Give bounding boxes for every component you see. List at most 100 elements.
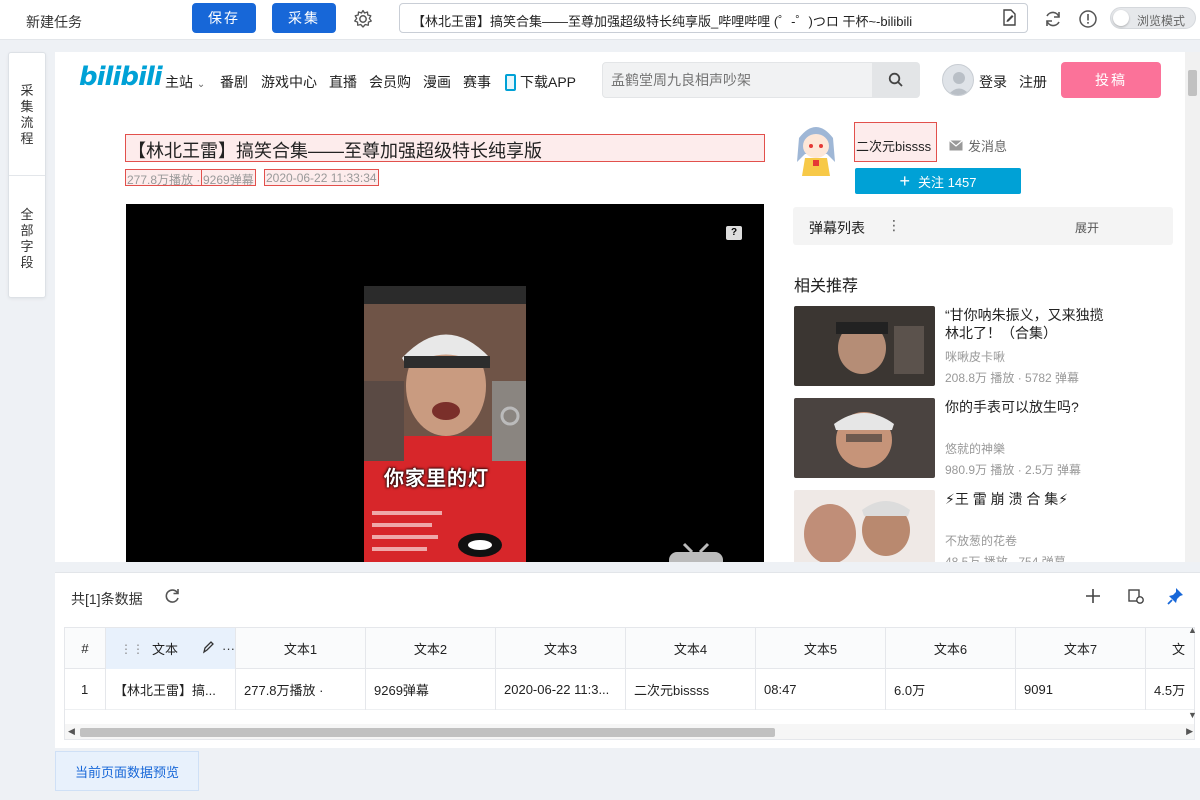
- edit-url-icon[interactable]: [1001, 9, 1017, 30]
- help-icon[interactable]: ?: [726, 226, 742, 240]
- toggle-knob: [1113, 10, 1129, 26]
- scrollbar-thumb[interactable]: [1188, 70, 1197, 96]
- recommend-item-stats: 48.5万 播放 · 754 弹幕: [945, 555, 1066, 562]
- tab-all-fields[interactable]: 全 部 字 段: [9, 207, 45, 271]
- uploader-avatar[interactable]: [793, 122, 839, 178]
- side-tabs: 采 集 流 程 全 部 字 段: [8, 52, 46, 298]
- send-message-link[interactable]: 发消息: [949, 136, 1007, 155]
- recommend-item-author[interactable]: 咪啾皮卡啾: [945, 348, 1005, 365]
- nav-bangumi[interactable]: 番剧: [220, 72, 248, 92]
- recommend-item-author[interactable]: 不放葱的花卷: [945, 532, 1017, 549]
- more-icon[interactable]: ⋮: [887, 217, 901, 234]
- follow-button[interactable]: + 关注 1457: [855, 168, 1021, 194]
- more-options-icon[interactable]: ···: [222, 641, 235, 656]
- column-header[interactable]: 文本4: [626, 628, 756, 669]
- scroll-left-icon[interactable]: ◀: [68, 726, 75, 737]
- table-row[interactable]: 1 【林北王雷】搞... 277.8万播放 · 9269弹幕 2020-06-2…: [65, 669, 1194, 710]
- table-cell: 277.8万播放 ·: [236, 669, 366, 710]
- data-preview-panel: 共[1]条数据 # ⋮⋮ 文本 ··· 文本1 文本2 文本3 文本4 文本5: [55, 572, 1200, 748]
- recommend-item-stats: 208.8万 播放 · 5782 弹幕: [945, 371, 1080, 385]
- vertical-scrollbar[interactable]: [1185, 52, 1200, 562]
- tab-char: 段: [20, 255, 34, 270]
- bilibili-logo[interactable]: bilibili: [79, 62, 163, 92]
- upload-button[interactable]: 投稿: [1061, 62, 1161, 98]
- mail-icon: [949, 140, 963, 151]
- table-cell: 【林北王雷】搞...: [106, 669, 236, 710]
- record-count: 共[1]条数据: [71, 591, 143, 607]
- video-title: 【林北王雷】搞笑合集——至尊加强超级特长纯享版: [125, 134, 765, 162]
- search-input[interactable]: [611, 69, 871, 91]
- tab-char: 部: [20, 223, 34, 238]
- nav-manga[interactable]: 漫画: [423, 72, 451, 92]
- recommend-item-author[interactable]: 悠就的神樂: [945, 440, 1005, 457]
- video-thumbnail[interactable]: [794, 306, 935, 386]
- column-header[interactable]: 文本5: [756, 628, 886, 669]
- refresh-data-icon[interactable]: [162, 586, 182, 606]
- nav-mall[interactable]: 会员购: [369, 72, 411, 92]
- play-count: 277.8万播放 ·: [125, 169, 203, 187]
- scrollbar-thumb[interactable]: [80, 728, 775, 737]
- gear-icon[interactable]: [350, 6, 376, 32]
- browse-mode-toggle[interactable]: 浏览模式: [1110, 7, 1196, 29]
- scroll-down-icon[interactable]: ▼: [1188, 710, 1197, 720]
- column-header[interactable]: 文本7: [1016, 628, 1146, 669]
- video-thumbnail[interactable]: [794, 398, 935, 478]
- recommend-item[interactable]: ⚡王 雷 崩 溃 合 集⚡ 不放葱的花卷 48.5万 播放 · 754 弹幕: [794, 490, 1174, 562]
- nav-live[interactable]: 直播: [329, 72, 357, 92]
- follow-label: 关注 1457: [917, 174, 977, 190]
- url-bar[interactable]: 【林北王雷】搞笑合集——至尊加强超级特长纯享版_哔哩哔哩 (゜-゜)つロ 干杯~…: [399, 3, 1028, 33]
- danmaku-list-bar[interactable]: 弹幕列表 ⋮ 展开: [793, 207, 1173, 245]
- tab-char: 流: [20, 115, 34, 130]
- danmaku-count: 9269弹幕: [201, 169, 256, 187]
- user-avatar[interactable]: [942, 64, 974, 96]
- search-button[interactable]: [872, 62, 920, 98]
- video-player[interactable]: ? 你家里的灯: [126, 204, 764, 562]
- nav-main[interactable]: 主站 ⌄: [165, 72, 205, 92]
- recommend-item[interactable]: “甘你呐朱振义，又来独揽林北了！（合集） 咪啾皮卡啾 208.8万 播放 · 5…: [794, 306, 1174, 386]
- tab-collect-flow[interactable]: 采 集 流 程: [9, 83, 45, 147]
- drag-handle-icon[interactable]: ⋮⋮: [120, 642, 144, 656]
- settings-copy-icon[interactable]: [1125, 585, 1147, 607]
- uploader-name[interactable]: 二次元bissss: [854, 122, 937, 162]
- nav-esports[interactable]: 赛事: [463, 72, 491, 92]
- register-link[interactable]: 注册: [1019, 72, 1047, 92]
- recommend-item[interactable]: 你的手表可以放生吗? 悠就的神樂 980.9万 播放 · 2.5万 弹幕: [794, 398, 1174, 478]
- save-button[interactable]: 保存: [192, 3, 256, 33]
- danmaku-list-label: 弹幕列表: [809, 220, 865, 236]
- url-text: 【林北王雷】搞笑合集——至尊加强超级特长纯享版_哔哩哔哩 (゜-゜)つロ 干杯~…: [412, 14, 913, 29]
- nav-game-center[interactable]: 游戏中心: [261, 72, 317, 92]
- recommend-item-title[interactable]: 你的手表可以放生吗?: [945, 398, 1115, 416]
- pin-icon[interactable]: [1165, 585, 1187, 607]
- table-header: # ⋮⋮ 文本 ··· 文本1 文本2 文本3 文本4 文本5 文本6 文本7 …: [65, 628, 1194, 669]
- column-header[interactable]: 文本2: [366, 628, 496, 669]
- edit-icon[interactable]: [202, 640, 214, 657]
- table-cell: 9269弹幕: [366, 669, 496, 710]
- video-thumbnail[interactable]: [794, 490, 935, 562]
- collect-button[interactable]: 采集: [272, 3, 336, 33]
- recommend-item-title[interactable]: “甘你呐朱振义，又来独揽林北了！（合集）: [945, 306, 1115, 342]
- recommend-item-title[interactable]: ⚡王 雷 崩 溃 合 集⚡: [945, 490, 1115, 508]
- phone-icon: [505, 73, 516, 91]
- table-vertical-scrollbar[interactable]: ▲ ▼: [1185, 625, 1200, 745]
- column-header[interactable]: 文本3: [496, 628, 626, 669]
- expand-button[interactable]: 展开: [1075, 219, 1099, 236]
- bili-header: bilibili 主站 ⌄ 番剧 游戏中心 直播 会员购 漫画 赛事 下载APP…: [55, 52, 1185, 108]
- browse-mode-label: 浏览模式: [1137, 14, 1186, 28]
- task-title: 新建任务: [26, 14, 82, 30]
- publish-date: 2020-06-22 11:33:34: [264, 169, 379, 186]
- data-table: # ⋮⋮ 文本 ··· 文本1 文本2 文本3 文本4 文本5 文本6 文本7 …: [64, 627, 1195, 740]
- scroll-up-icon[interactable]: ▲: [1188, 625, 1197, 635]
- chevron-down-icon: ⌄: [196, 79, 206, 90]
- nav-download-app[interactable]: 下载APP: [505, 72, 576, 92]
- login-link[interactable]: 登录: [979, 72, 1007, 92]
- add-icon[interactable]: [1082, 585, 1104, 607]
- column-header-text[interactable]: ⋮⋮ 文本 ···: [106, 628, 236, 669]
- tab-page-data-preview[interactable]: 当前页面数据预览: [55, 751, 199, 791]
- refresh-icon[interactable]: [1040, 6, 1066, 32]
- horizontal-scrollbar[interactable]: ◀ ▶: [65, 724, 1194, 739]
- table-cell: 1: [65, 669, 106, 710]
- column-header[interactable]: 文本1: [236, 628, 366, 669]
- info-icon[interactable]: [1075, 6, 1101, 32]
- bili-search-box: [602, 62, 904, 98]
- column-header[interactable]: 文本6: [886, 628, 1016, 669]
